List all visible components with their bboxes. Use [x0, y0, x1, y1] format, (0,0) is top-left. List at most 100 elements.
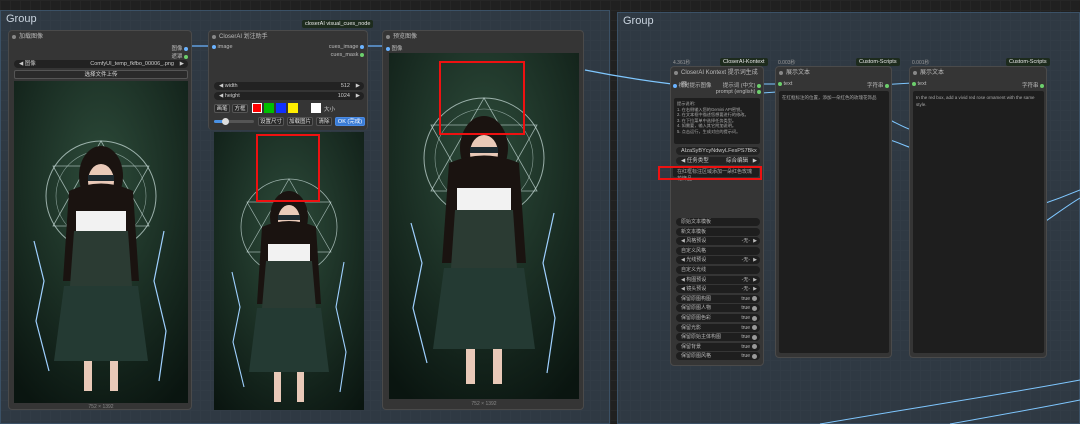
load-image-button[interactable]: 加载图片	[287, 117, 313, 126]
kontext-exec-time: 4.361秒	[673, 60, 691, 66]
image-size-caption: 752 × 1392	[471, 401, 497, 407]
brush-tool-button[interactable]: 画笔	[214, 104, 230, 113]
node-header[interactable]: CloserAI 划注助手	[209, 31, 367, 43]
color-red-swatch[interactable]	[252, 103, 262, 113]
option-value: true	[741, 315, 750, 321]
text-display[interactable]: In the red box, add a vivid red rose orn…	[913, 91, 1044, 353]
upload-file-button[interactable]: 选择文件上传	[14, 70, 188, 79]
chevron-left-icon[interactable]: ◀	[219, 93, 223, 99]
chevron-left-icon[interactable]: ◀	[681, 158, 685, 164]
option-value: true	[741, 334, 750, 341]
color-green-swatch[interactable]	[264, 103, 274, 113]
option-row[interactable]: 自定义风格	[676, 246, 760, 255]
toggle-knob-icon[interactable]	[752, 325, 757, 331]
option-label: 保留原始主体构图	[681, 334, 722, 341]
input-text-port[interactable]: text	[912, 81, 926, 87]
option-label: 保留背景	[681, 343, 702, 350]
task-type-select[interactable]: ◀ 任务类型 综合编辑 ▶	[676, 157, 760, 165]
option-row[interactable]: ◀ 镜头预设 -无- ▶	[676, 285, 760, 294]
input-text-port[interactable]: text	[778, 81, 792, 87]
ok-button[interactable]: OK (完成)	[335, 117, 365, 126]
chevron-right-icon[interactable]: ▶	[356, 92, 360, 100]
set-size-button[interactable]: 设置尺寸	[258, 117, 284, 126]
color-yellow-swatch[interactable]	[288, 103, 298, 113]
chevron-right-icon[interactable]: ▶	[753, 256, 757, 264]
option-row[interactable]: ◀ 光线预设 -无- ▶	[676, 256, 760, 265]
output-prompt-cn-port[interactable]: 提示词 (中文)	[723, 81, 761, 89]
option-label: 保留原图人物	[681, 305, 712, 312]
toggle-knob-icon[interactable]	[752, 305, 757, 311]
custom-scripts-tag: Custom-Scripts	[856, 58, 900, 66]
option-value: true	[741, 295, 750, 302]
image-size-caption: 752 × 1392	[88, 404, 114, 410]
option-row[interactable]: 保留原图人物 true	[676, 304, 760, 313]
chevron-right-icon[interactable]: ▶	[180, 60, 184, 68]
chevron-right-icon[interactable]: ▶	[356, 82, 360, 90]
option-row[interactable]: 保留背景 true	[676, 342, 760, 351]
node-header[interactable]: CloserAI Kontext 提示词生成器	[671, 67, 763, 88]
option-row[interactable]: 保留原图色彩 true	[676, 314, 760, 322]
option-row[interactable]: 保留原始主体构图 true	[676, 333, 760, 342]
api-key-input[interactable]: AIzaSyBYcyNdwyLFesPS7Bkx	[676, 147, 760, 155]
chevron-right-icon[interactable]: ▶	[753, 157, 757, 165]
node-canvas[interactable]: Group Group 加载图像 图像 遮罩 ◀ 图像 ComfyUI_temp…	[0, 0, 1080, 424]
show-text-node-2[interactable]: 展示文本 text 字符串 In the red box, add a vivi…	[909, 66, 1047, 358]
option-row[interactable]: 保留原图构图 true	[676, 294, 760, 303]
toggle-knob-icon[interactable]	[752, 296, 757, 302]
chevron-left-icon[interactable]: ◀	[19, 61, 23, 67]
chevron-left-icon[interactable]: ◀	[219, 83, 223, 89]
text-display[interactable]: 在红框标注的位置，添加一朵红色的玫瑰花饰品	[779, 91, 889, 353]
toggle-knob-icon[interactable]	[752, 334, 757, 340]
option-label: 保留原图风格	[681, 353, 712, 360]
visual-cues-node[interactable]: CloserAI 划注助手 image cues_image cues_mask…	[208, 30, 368, 130]
input-image-port[interactable]: 图像	[386, 44, 403, 52]
option-value: -无-	[741, 276, 750, 283]
annotation-canvas[interactable]	[214, 132, 364, 410]
chevron-right-icon[interactable]: ▶	[753, 285, 757, 293]
slider-handle[interactable]	[222, 118, 229, 125]
clear-button[interactable]: 清除	[316, 117, 332, 126]
toggle-knob-icon[interactable]	[752, 353, 757, 359]
preview-image-node[interactable]: 预览图像 图像 752 × 1392	[382, 30, 584, 410]
node-header[interactable]: 展示文本	[910, 67, 1046, 79]
output-string-port[interactable]: 字符串	[1022, 81, 1044, 89]
option-row[interactable]: ◀ 构图预设 -无- ▶	[676, 275, 760, 284]
chevron-right-icon[interactable]: ▶	[753, 276, 757, 284]
output-prompt-en-port[interactable]: prompt (english)	[716, 89, 761, 95]
annotation-red-box[interactable]	[256, 134, 320, 202]
output-string-port[interactable]: 字符串	[867, 81, 889, 89]
loaded-image-preview	[14, 81, 188, 403]
show-text-node-1[interactable]: 展示文本 text 字符串 在红框标注的位置，添加一朵红色的玫瑰花饰品	[775, 66, 892, 358]
output-cues-image-port[interactable]: cues_image	[329, 44, 364, 50]
kontext-tag: CloserAI-Kontext	[720, 58, 768, 66]
width-input[interactable]: ◀ width 512 ▶	[214, 82, 364, 90]
instructions-textarea[interactable]: 提示说明： 1. 在右侧输入您的Gemini API密钥。 2. 在文本框中描述…	[674, 98, 760, 144]
input-image-port[interactable]: image	[212, 44, 233, 50]
chevron-right-icon[interactable]: ▶	[753, 237, 757, 245]
rect-tool-button[interactable]: 方框	[232, 104, 248, 113]
input-visual-cue-port[interactable]: 视觉提示图像	[673, 81, 712, 89]
option-row[interactable]: 保留原图风格 true	[676, 352, 760, 361]
option-value: -无-	[741, 238, 750, 245]
option-row[interactable]: 自定义光线	[676, 266, 760, 274]
color-white-swatch[interactable]	[311, 103, 321, 113]
option-value: true	[741, 343, 750, 350]
color-blue-swatch[interactable]	[276, 103, 286, 113]
option-row[interactable]: ◀ 风格预设 -无- ▶	[676, 237, 760, 246]
output-cues-mask-port[interactable]: cues_mask	[331, 52, 364, 58]
option-row[interactable]: 保留光影 true	[676, 323, 760, 332]
option-row[interactable]: 新文本模板	[676, 227, 760, 236]
output-image-port[interactable]: 图像	[171, 44, 188, 52]
height-input[interactable]: ◀ height 1024 ▶	[214, 92, 364, 100]
image-file-select[interactable]: ◀ 图像 ComfyUI_temp_fkfbo_00006_.png ▶	[14, 60, 188, 68]
toggle-knob-icon[interactable]	[752, 315, 757, 321]
toggle-knob-icon[interactable]	[752, 344, 757, 350]
node-header[interactable]: 展示文本	[776, 67, 891, 79]
node-header[interactable]: 加载图像	[9, 31, 191, 43]
output-mask-port[interactable]: 遮罩	[171, 52, 188, 60]
option-label: 自定义光线	[681, 267, 707, 273]
brush-size-slider[interactable]	[214, 118, 254, 125]
node-header[interactable]: 预览图像	[383, 31, 583, 43]
option-row[interactable]: 原始文本模板	[676, 218, 760, 226]
load-image-node[interactable]: 加载图像 图像 遮罩 ◀ 图像 ComfyUI_temp_fkfbo_00006…	[8, 30, 192, 410]
